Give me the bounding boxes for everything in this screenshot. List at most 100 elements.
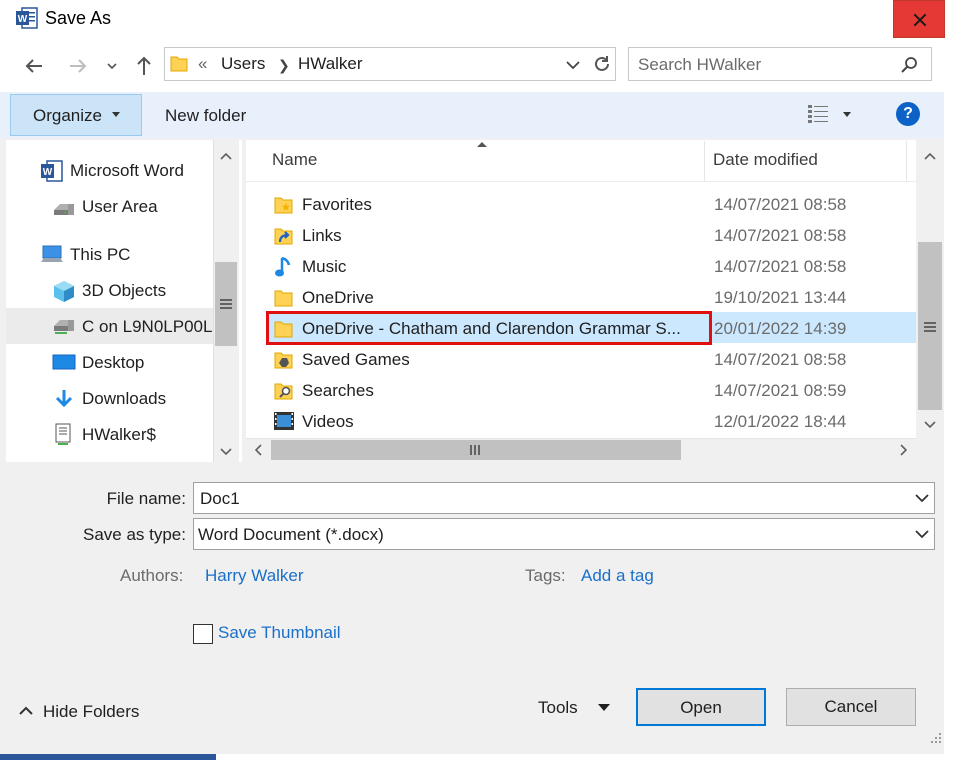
cube-icon — [52, 280, 76, 302]
tools-dropdown-icon[interactable] — [598, 704, 610, 711]
file-date-onedrive: 19/10/2021 13:44 — [714, 288, 847, 307]
scroll-right-arrow-icon[interactable] — [894, 440, 914, 460]
file-date-searches: 14/07/2021 08:59 — [714, 381, 847, 400]
sidebar-item-downloads[interactable]: Downloads — [82, 389, 166, 409]
address-overflow[interactable]: « — [198, 54, 207, 74]
scroll-up-arrow-icon[interactable] — [216, 146, 236, 166]
file-name-value[interactable]: Doc1 — [200, 489, 240, 509]
game-folder-icon — [274, 349, 294, 371]
resize-grip-icon[interactable] — [930, 732, 942, 744]
file-name-music[interactable]: Music — [302, 257, 346, 277]
tools-button[interactable]: Tools — [538, 698, 578, 718]
column-header-date-modified[interactable]: Date modified — [713, 150, 818, 170]
scroll-grip-icon — [923, 321, 937, 333]
network-drive-icon — [52, 316, 76, 336]
scroll-grip-icon — [469, 444, 483, 456]
network-folder-icon — [54, 423, 74, 447]
save-thumbnail-label[interactable]: Save Thumbnail — [218, 623, 341, 643]
close-button[interactable] — [893, 0, 945, 38]
hide-folders-chevron-icon[interactable] — [18, 703, 34, 717]
breadcrumb-separator-icon[interactable]: ❯ — [278, 57, 290, 74]
window-title: Save As — [45, 8, 112, 28]
save-as-type-dropdown-chevron-icon[interactable] — [913, 525, 931, 543]
save-as-type-value[interactable]: Word Document (*.docx) — [198, 525, 384, 545]
folder-icon — [170, 53, 188, 73]
scroll-down-arrow-icon[interactable] — [216, 441, 236, 461]
save-as-type-label: Save as type: — [82, 525, 186, 544]
file-name-dropdown-chevron-icon[interactable] — [913, 489, 931, 507]
hide-folders-button[interactable]: Hide Folders — [43, 702, 139, 722]
recent-locations-chevron-icon[interactable] — [100, 52, 124, 80]
scroll-left-arrow-icon[interactable] — [248, 440, 268, 460]
file-name-saved-games[interactable]: Saved Games — [302, 350, 410, 370]
header-divider — [246, 181, 916, 182]
file-date-saved-games: 14/07/2021 08:58 — [714, 350, 847, 369]
background-strip-accent — [0, 754, 216, 760]
title-bar — [0, 0, 954, 38]
highlight-annotation-box — [266, 311, 712, 345]
column-header-name[interactable]: Name — [272, 150, 317, 170]
file-name-videos[interactable]: Videos — [302, 412, 354, 432]
word-icon: W — [40, 160, 64, 182]
scroll-up-arrow-icon[interactable] — [920, 146, 940, 166]
cancel-button[interactable]: Cancel — [786, 688, 916, 726]
file-name-searches[interactable]: Searches — [302, 381, 374, 401]
drive-icon — [52, 198, 76, 218]
search-placeholder: Search HWalker — [638, 55, 762, 74]
view-options-icon[interactable] — [808, 104, 830, 124]
sidebar-item-desktop[interactable]: Desktop — [82, 353, 144, 373]
file-name-favorites[interactable]: Favorites — [302, 195, 372, 215]
download-icon — [54, 388, 74, 410]
refresh-icon[interactable] — [591, 53, 613, 75]
sidebar-item-3d-objects[interactable]: 3D Objects — [82, 281, 166, 301]
address-dropdown-chevron-icon[interactable] — [563, 55, 583, 75]
search-folder-icon — [274, 380, 294, 402]
sidebar-item-microsoft-word[interactable]: Microsoft Word — [70, 161, 184, 181]
add-tag-link[interactable]: Add a tag — [581, 566, 654, 586]
desktop-icon — [52, 353, 76, 373]
file-name-links[interactable]: Links — [302, 226, 342, 246]
forward-arrow-icon[interactable] — [64, 52, 92, 80]
organize-dropdown-icon — [112, 112, 122, 118]
up-arrow-icon[interactable] — [130, 52, 158, 80]
file-date-onedrive-chatham: 20/01/2022 14:39 — [714, 319, 847, 338]
column-divider[interactable] — [906, 141, 907, 181]
link-folder-icon — [274, 225, 294, 247]
scroll-grip-icon — [219, 298, 233, 310]
organize-label: Organize — [33, 106, 102, 125]
new-folder-button[interactable]: New folder — [165, 106, 246, 126]
music-icon — [274, 256, 294, 278]
scroll-down-arrow-icon[interactable] — [920, 414, 940, 434]
tags-label: Tags: — [525, 566, 566, 585]
file-date-favorites: 14/07/2021 08:58 — [714, 195, 847, 214]
word-icon: W — [16, 7, 38, 29]
file-date-links: 14/07/2021 08:58 — [714, 226, 847, 245]
file-date-videos: 12/01/2022 18:44 — [714, 412, 847, 431]
star-folder-icon — [274, 194, 294, 216]
open-button[interactable]: Open — [636, 688, 766, 726]
sidebar-item-hwalker[interactable]: HWalker$ — [82, 425, 156, 445]
breadcrumb-hwalker[interactable]: HWalker — [298, 54, 363, 74]
breadcrumb-users[interactable]: Users — [221, 54, 265, 74]
help-icon[interactable]: ? — [896, 102, 920, 126]
svg-text:W: W — [18, 14, 28, 25]
sidebar-item-c-drive[interactable]: C on L9N0LP00L( — [82, 317, 212, 337]
save-thumbnail-checkbox[interactable] — [193, 624, 213, 644]
search-icon[interactable] — [900, 55, 920, 75]
sidebar-item-user-area[interactable]: User Area — [82, 197, 158, 217]
file-name-onedrive[interactable]: OneDrive — [302, 288, 374, 308]
sidebar-item-this-pc[interactable]: This PC — [70, 245, 130, 265]
view-dropdown-icon[interactable] — [843, 112, 853, 118]
authors-link[interactable]: Harry Walker — [205, 566, 304, 586]
folder-icon — [274, 287, 294, 309]
file-name-label: File name: — [106, 489, 186, 508]
file-name-input[interactable] — [193, 482, 935, 514]
navigation-pane — [6, 140, 242, 462]
computer-icon — [40, 244, 64, 266]
back-arrow-icon[interactable] — [20, 52, 48, 80]
authors-label: Authors: — [120, 566, 184, 585]
svg-text:W: W — [43, 167, 53, 178]
column-divider[interactable] — [704, 141, 705, 181]
window-edge — [944, 38, 954, 760]
file-date-music: 14/07/2021 08:58 — [714, 257, 847, 276]
